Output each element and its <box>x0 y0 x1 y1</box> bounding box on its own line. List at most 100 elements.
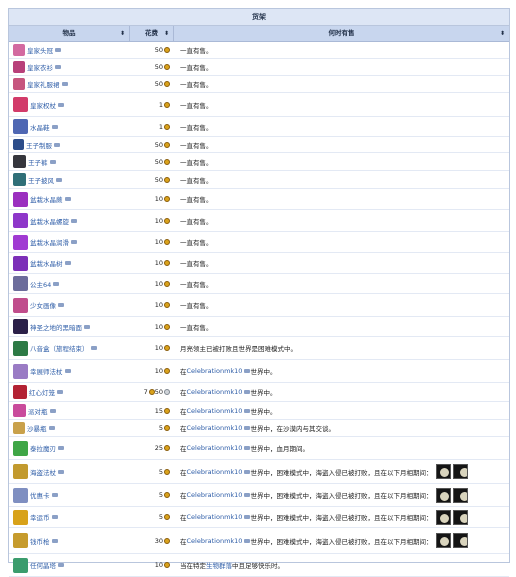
availability-text: 一直有售。 <box>180 196 213 204</box>
price-value: 10 <box>154 301 163 309</box>
item-name-link[interactable]: 海盗法杖 <box>30 467 56 477</box>
item-name-link[interactable]: 盆栽水晶蕨 <box>30 194 63 204</box>
item-icon <box>13 213 28 228</box>
gold-coin-icon <box>164 425 170 431</box>
item-name-link[interactable]: 红心灯笼 <box>29 387 55 397</box>
table-row: 神圣之地的黑暗面 10 一直有售。 <box>9 317 509 337</box>
price-cell: 10 <box>129 280 172 288</box>
price-value: 30 <box>154 536 163 545</box>
moon-phase-icon <box>453 464 469 479</box>
version-tag-icon <box>71 218 77 223</box>
item-name-link[interactable]: 皇家衣衫 <box>27 62 53 72</box>
item-icon <box>13 119 28 134</box>
when-cell: 一直有售。 <box>172 122 509 132</box>
version-tag-icon <box>58 102 64 107</box>
table-header: 物品 ⬍ 花费 ⬍ 何时有售 ⬍ <box>9 26 509 42</box>
price-cell: 10 <box>129 238 172 246</box>
item-name-link[interactable]: 优惠卡 <box>30 490 50 500</box>
price-value: 50 <box>154 80 163 88</box>
item-name-link[interactable]: 水晶鞋 <box>30 122 50 132</box>
availability-text: 一直有售。 <box>180 176 213 185</box>
world-link[interactable]: Celebrationmk10 <box>187 424 243 432</box>
version-tag-icon <box>48 426 55 430</box>
sort-icon[interactable]: ⬍ <box>120 26 125 41</box>
item-cell: 泰拉魔刃 <box>9 440 129 456</box>
availability-suffix: 世界中。 <box>250 407 277 416</box>
world-link[interactable]: Celebrationmk10 <box>187 513 243 521</box>
item-name-link[interactable]: 少女画像 <box>30 300 56 310</box>
price-cell: 50 <box>129 158 172 166</box>
availability-text: 一直有售。 <box>180 123 213 132</box>
when-cell: 一直有售。 <box>172 100 509 110</box>
item-name-link[interactable]: 幸运币 <box>30 512 50 522</box>
item-name-link[interactable]: 皇家礼服裙 <box>27 79 60 89</box>
table-row: 钱币枪 30 在 Celebrationmk10 世界中，困难模式中，海盗入侵已被打… <box>9 528 509 554</box>
world-link[interactable]: Celebrationmk10 <box>187 491 243 499</box>
table-row: 王子制服 50 一直有售。 <box>9 137 509 153</box>
item-name-link[interactable]: 幸展师法杖 <box>30 366 63 376</box>
moon-phase-list <box>436 487 469 503</box>
item-name-link[interactable]: 八音盒（旅程结束） <box>30 343 89 353</box>
item-name-link[interactable]: 盆栽水晶润滑 <box>30 237 69 247</box>
availability-suffix: 世界中。 <box>250 389 277 397</box>
item-name-link[interactable]: 钱币枪 <box>30 536 50 546</box>
price-cell: 10 <box>129 561 172 569</box>
item-name-link[interactable]: 王子披风 <box>28 175 54 185</box>
price-value: 1 <box>158 100 163 109</box>
item-name-link[interactable]: 皇家头冠 <box>27 45 53 55</box>
version-tag-icon <box>58 446 64 450</box>
table-row: 皇家头冠 50 一直有售。 <box>9 42 509 59</box>
world-link[interactable]: Celebrationmk10 <box>187 367 243 375</box>
price-value: 50 <box>154 175 163 184</box>
when-cell: 在 Celebrationmk10 世界中，困难模式中，海盗入侵已被打败，且在以… <box>172 533 509 548</box>
price-cell: 15 <box>129 407 172 415</box>
availability-text: 一直有售。 <box>180 47 213 55</box>
sort-icon[interactable]: ⬍ <box>164 26 169 41</box>
when-cell: 在 Celebrationmk10 世界中，在沙漠内与其交谈。 <box>172 423 509 433</box>
version-tag-icon <box>53 281 60 286</box>
price-cell: 50 <box>129 46 172 54</box>
version-tag-icon <box>49 159 56 164</box>
gold-coin-icon <box>164 323 170 330</box>
item-name-link[interactable]: 盆栽水晶树 <box>30 258 63 268</box>
availability-suffix: 世界中，困难模式中，海盗入侵已被打败，且在以下月相期间： <box>250 537 433 546</box>
item-name-link[interactable]: 神圣之地的黑暗面 <box>30 322 82 332</box>
col-when-header[interactable]: 何时有售 ⬍ <box>174 26 509 41</box>
item-name-link[interactable]: 王子制服 <box>26 140 52 150</box>
item-icon <box>13 297 28 313</box>
table-body: 皇家头冠 50 一直有售。 皇家衣衫 50 一直有售。 皇家礼服裙 50 一直有售。 皇家权杖 1 一… <box>9 42 509 577</box>
moon-phase-list <box>436 464 469 479</box>
world-link[interactable]: Celebrationmk10 <box>187 444 243 452</box>
world-link[interactable]: Celebrationmk10 <box>187 537 243 545</box>
item-name-link[interactable]: 盆栽水晶螺旋 <box>30 216 69 226</box>
item-cell: 沙暴瓶 <box>9 422 129 434</box>
world-link[interactable]: Celebrationmk10 <box>187 388 243 396</box>
col-price-header[interactable]: 花费 ⬍ <box>130 26 174 41</box>
price-value: 10 <box>154 238 163 246</box>
price-cell: 10 <box>129 367 172 375</box>
item-name-link[interactable]: 沙暴瓶 <box>27 423 47 433</box>
col-item-header[interactable]: 物品 ⬍ <box>9 26 130 41</box>
item-name-link[interactable]: 王子裤 <box>28 157 48 167</box>
item-name-link[interactable]: 派对瓶 <box>28 406 48 416</box>
item-icon <box>13 319 28 334</box>
version-tag-icon <box>51 515 58 519</box>
gold-coin-icon <box>164 445 170 451</box>
when-cell: 在 Celebrationmk10 世界中，困难模式中，海盗入侵已被打败，且在以… <box>172 464 509 479</box>
item-name-link[interactable]: 公主64 <box>30 279 51 289</box>
item-icon <box>13 464 28 479</box>
item-name-link[interactable]: 泰拉魔刃 <box>30 443 56 453</box>
sort-icon[interactable]: ⬍ <box>500 26 505 41</box>
version-tag-icon <box>64 369 71 373</box>
price-cell: 10 <box>129 259 172 267</box>
table-row: 沙暴瓶 5 在 Celebrationmk10 世界中，在沙漠内与其交谈。 <box>9 420 509 437</box>
item-name-link[interactable]: 皇家权杖 <box>30 100 56 110</box>
item-icon <box>13 487 28 503</box>
item-icon <box>13 255 28 271</box>
moon-phase-list <box>436 509 469 525</box>
world-link[interactable]: Celebrationmk10 <box>187 468 243 476</box>
table-row: 海盗法杖 5 在 Celebrationmk10 世界中，困难模式中，海盗入侵已被打… <box>9 460 509 484</box>
price-cell: 1 <box>129 101 172 109</box>
world-link[interactable]: Celebrationmk10 <box>187 407 243 415</box>
availability-suffix: 世界中，血月期间。 <box>250 445 309 453</box>
